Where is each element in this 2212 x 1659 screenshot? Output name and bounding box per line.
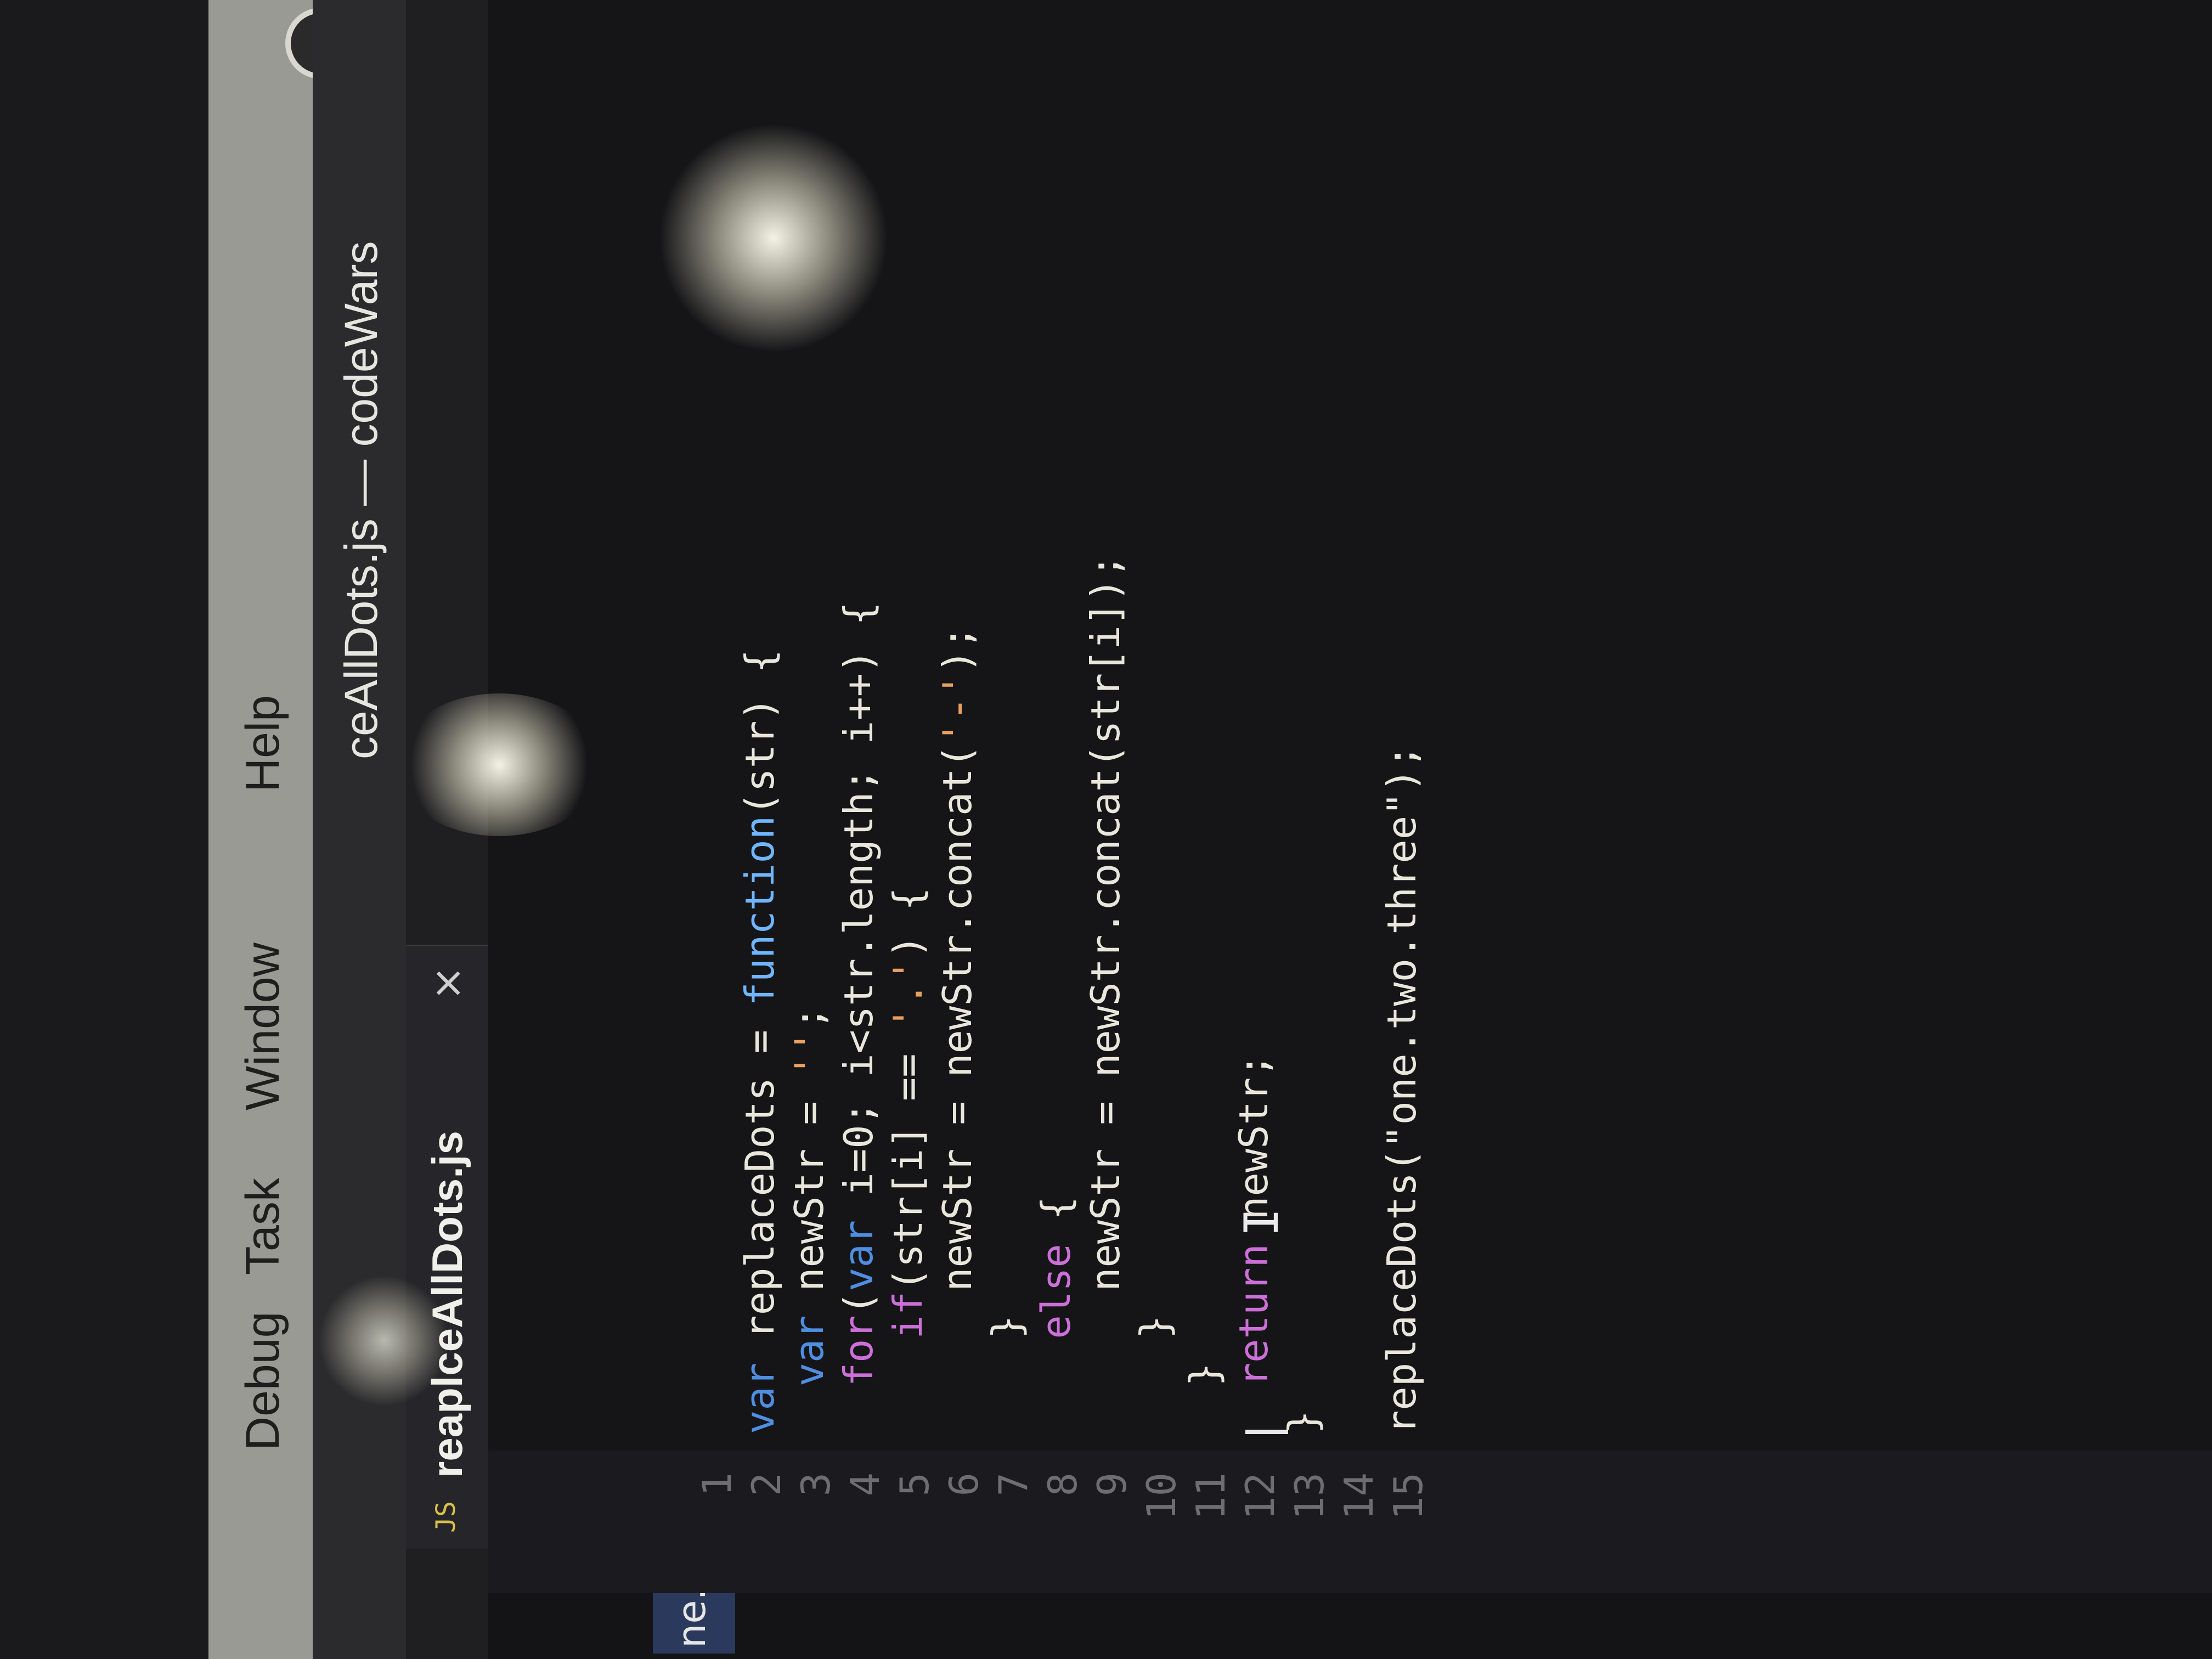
window-title: ceAllDots.js — codeWars bbox=[335, 241, 387, 759]
ibeam-cursor-icon: I bbox=[1234, 1208, 1289, 1237]
js-file-icon: JS bbox=[431, 1501, 461, 1533]
code-line[interactable]: 12 } bbox=[1196, 0, 1326, 1593]
title-bar: ceAllDots.js — codeWars bbox=[313, 0, 406, 1659]
text-cursor bbox=[1245, 1430, 1288, 1434]
editor-window: Debug Task Window Help ceAllDots.js — co… bbox=[0, 0, 2212, 1659]
code-line[interactable]: 6 } bbox=[900, 0, 1030, 1593]
tab-replaceAllDots[interactable]: JS reaplceAllDots.js × bbox=[406, 945, 488, 1549]
menu-window[interactable]: Window bbox=[236, 943, 290, 1110]
menu-task[interactable]: Task bbox=[236, 1178, 290, 1275]
sidebar: ne... bbox=[488, 1511, 2212, 1659]
close-icon[interactable]: × bbox=[422, 966, 471, 1001]
code-line[interactable]: 8 newStr = newStr.concat(str[i]); bbox=[998, 0, 1128, 1593]
code-line[interactable]: 15 bbox=[1344, 0, 1431, 1593]
code-line[interactable]: 11 return newStr; bbox=[1147, 0, 1277, 1593]
light-glare bbox=[658, 123, 889, 353]
menu-bar: Debug Task Window Help bbox=[208, 0, 315, 1659]
light-glare bbox=[318, 1275, 450, 1407]
code-line[interactable]: 10 } bbox=[1097, 0, 1227, 1593]
code-line[interactable]: 9 } bbox=[1048, 0, 1178, 1593]
code-line[interactable]: 7 else { bbox=[949, 0, 1079, 1593]
light-glare bbox=[395, 693, 603, 836]
menu-help[interactable]: Help bbox=[236, 695, 290, 792]
line-number: 15 bbox=[1385, 1472, 1431, 1520]
code-line[interactable]: 14 replaceDots("one.two.three"); bbox=[1295, 0, 1425, 1593]
code-line[interactable]: 13 bbox=[1245, 0, 1333, 1593]
menu-debug[interactable]: Debug bbox=[236, 1312, 290, 1451]
